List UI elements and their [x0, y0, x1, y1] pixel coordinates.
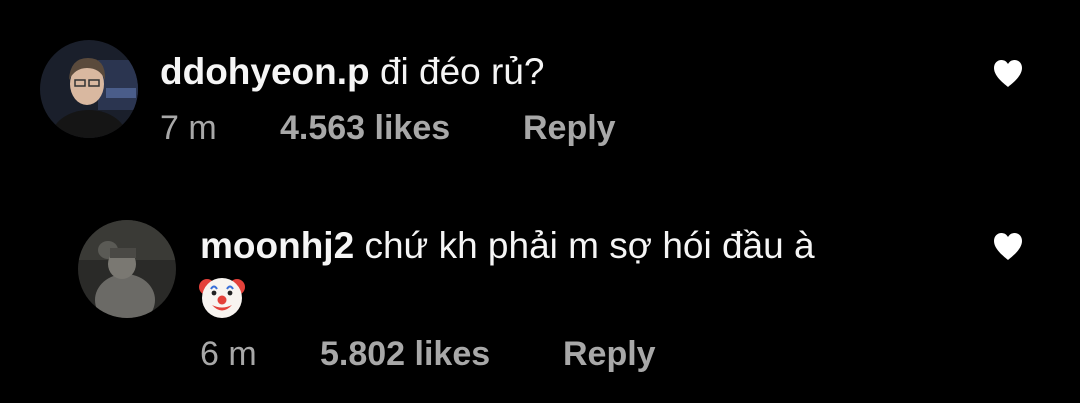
comment-time: 6 m: [200, 335, 257, 373]
comment-text: đi đéo rủ?: [379, 51, 545, 92]
comment-username[interactable]: moonhj2: [200, 225, 354, 266]
heart-icon[interactable]: [992, 231, 1024, 261]
comment-meta: 6 m 5.802 likes Reply: [200, 334, 720, 374]
comment-text: chứ kh phải m sợ hói đầu à: [364, 225, 815, 266]
avatar[interactable]: [78, 220, 176, 318]
comment-line: moonhj2 chứ kh phải m sợ hói đầu à: [200, 224, 815, 268]
avatar[interactable]: [40, 40, 138, 138]
reply-button[interactable]: Reply: [523, 108, 616, 148]
clown-face-emoji-icon: [197, 272, 247, 322]
reply-button[interactable]: Reply: [563, 334, 656, 374]
comment-username[interactable]: ddohyeon.p: [160, 51, 370, 92]
comment-meta: 7 m 4.563 likes Reply: [160, 108, 680, 148]
comment-time: 7 m: [160, 109, 217, 147]
comment-likes[interactable]: 5.802 likes: [320, 334, 490, 374]
profile-photo-icon: [40, 40, 138, 138]
heart-icon[interactable]: [992, 58, 1024, 88]
profile-photo-icon: [78, 220, 176, 318]
comment-likes[interactable]: 4.563 likes: [280, 108, 450, 148]
comment-line: ddohyeon.p đi đéo rủ?: [160, 50, 545, 94]
